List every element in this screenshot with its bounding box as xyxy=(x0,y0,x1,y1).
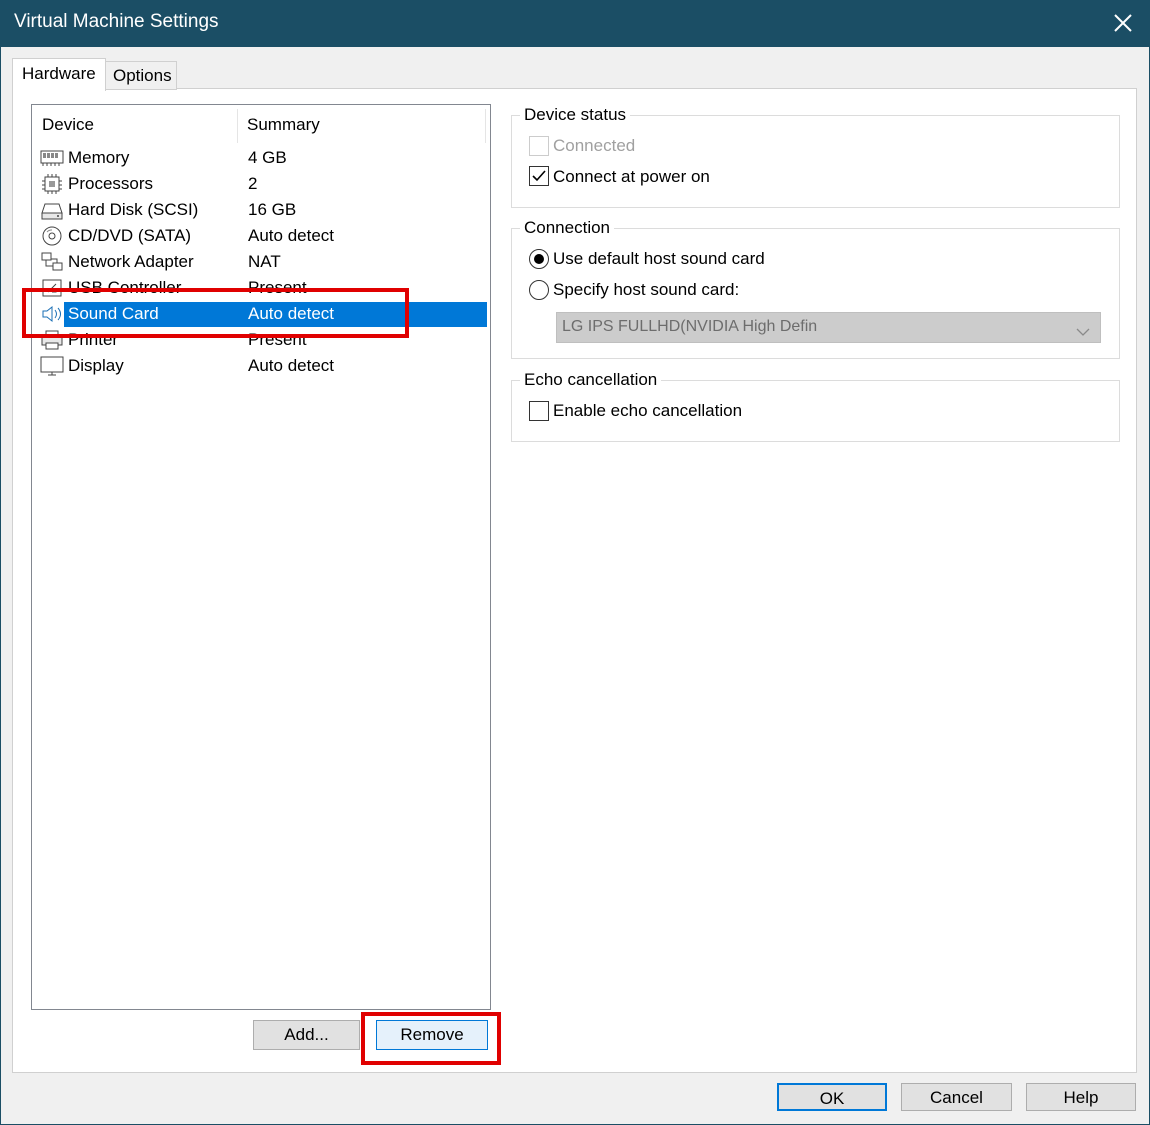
window-title: Virtual Machine Settings xyxy=(14,11,219,32)
ok-button[interactable]: OK xyxy=(777,1083,887,1111)
enable-echo-checkbox[interactable] xyxy=(529,401,549,421)
device-row-hard-disk[interactable]: Hard Disk (SCSI) 16 GB xyxy=(40,198,487,222)
device-summary: Auto detect xyxy=(248,304,335,323)
device-summary: NAT xyxy=(248,252,281,271)
radio-dot xyxy=(534,254,544,264)
connect-at-power-on-checkbox[interactable] xyxy=(529,166,549,186)
device-summary: Present xyxy=(248,278,307,297)
hard-disk-icon xyxy=(40,199,64,221)
tab-options[interactable]: Options xyxy=(105,61,177,90)
group-title: Connection xyxy=(520,218,615,238)
device-name: Processors xyxy=(68,174,154,193)
device-row-display[interactable]: Display Auto detect xyxy=(40,354,487,378)
device-name: Sound Card xyxy=(68,304,159,323)
device-name: Hard Disk (SCSI) xyxy=(68,200,199,219)
device-name: Printer xyxy=(68,330,119,349)
device-row-memory[interactable]: Memory 4 GB xyxy=(40,146,487,170)
device-summary: 16 GB xyxy=(248,200,297,219)
processor-icon xyxy=(40,173,64,195)
remove-device-button[interactable]: Remove xyxy=(376,1020,488,1050)
use-default-label: Use default host sound card xyxy=(553,249,765,268)
device-name: Memory xyxy=(68,148,130,167)
device-name: CD/DVD (SATA) xyxy=(68,226,192,245)
host-sound-card-select[interactable]: LG IPS FULLHD(NVIDIA High Defin xyxy=(556,312,1101,343)
group-title: Device status xyxy=(520,105,631,125)
checkmark-icon xyxy=(532,170,546,182)
device-row-usb-controller[interactable]: USB Controller Present xyxy=(40,276,487,300)
connected-label: Connected xyxy=(553,136,636,155)
cd-dvd-icon xyxy=(40,225,64,247)
use-default-radio[interactable] xyxy=(529,249,549,269)
title-bar: Virtual Machine Settings xyxy=(0,0,1150,47)
device-summary: Present xyxy=(248,330,307,349)
column-header-summary[interactable]: Summary xyxy=(247,115,320,135)
sound-card-icon xyxy=(40,303,64,325)
column-separator[interactable] xyxy=(485,109,486,143)
device-status-group: Device status xyxy=(511,105,1120,208)
device-summary: 2 xyxy=(248,174,258,193)
device-name: Display xyxy=(68,356,124,375)
group-title: Echo cancellation xyxy=(520,370,662,390)
specify-host-label: Specify host sound card: xyxy=(553,280,740,299)
help-button[interactable]: Help xyxy=(1026,1083,1136,1111)
connected-checkbox[interactable] xyxy=(529,136,549,156)
device-row-network-adapter[interactable]: Network Adapter NAT xyxy=(40,250,487,274)
column-header-device[interactable]: Device xyxy=(42,115,94,135)
network-adapter-icon xyxy=(40,251,64,273)
chevron-down-icon xyxy=(1076,322,1090,342)
device-summary: 4 GB xyxy=(248,148,287,167)
add-device-button[interactable]: Add... xyxy=(253,1020,360,1050)
device-name: USB Controller xyxy=(68,278,182,297)
memory-icon xyxy=(40,147,64,169)
device-summary: Auto detect xyxy=(248,226,335,245)
device-row-printer[interactable]: Printer Present xyxy=(40,328,487,352)
connect-at-power-on-label: Connect at power on xyxy=(553,167,710,186)
select-value: LG IPS FULLHD(NVIDIA High Defin xyxy=(562,318,818,335)
close-icon[interactable] xyxy=(1108,8,1138,38)
usb-controller-icon xyxy=(40,277,64,299)
device-name: Network Adapter xyxy=(68,252,194,271)
enable-echo-label: Enable echo cancellation xyxy=(553,401,743,420)
device-list[interactable]: Device Summary Memory 4 GB Processors 2 … xyxy=(31,104,491,1010)
specify-host-radio[interactable] xyxy=(529,280,549,300)
display-icon xyxy=(40,355,64,377)
device-summary: Auto detect xyxy=(248,356,335,375)
cancel-button[interactable]: Cancel xyxy=(901,1083,1012,1111)
device-row-processors[interactable]: Processors 2 xyxy=(40,172,487,196)
printer-icon xyxy=(40,329,64,351)
tab-hardware[interactable]: Hardware xyxy=(12,58,106,91)
column-separator[interactable] xyxy=(237,109,238,143)
device-row-cd-dvd[interactable]: CD/DVD (SATA) Auto detect xyxy=(40,224,487,248)
device-row-sound-card[interactable]: Sound Card Auto detect xyxy=(40,302,487,327)
